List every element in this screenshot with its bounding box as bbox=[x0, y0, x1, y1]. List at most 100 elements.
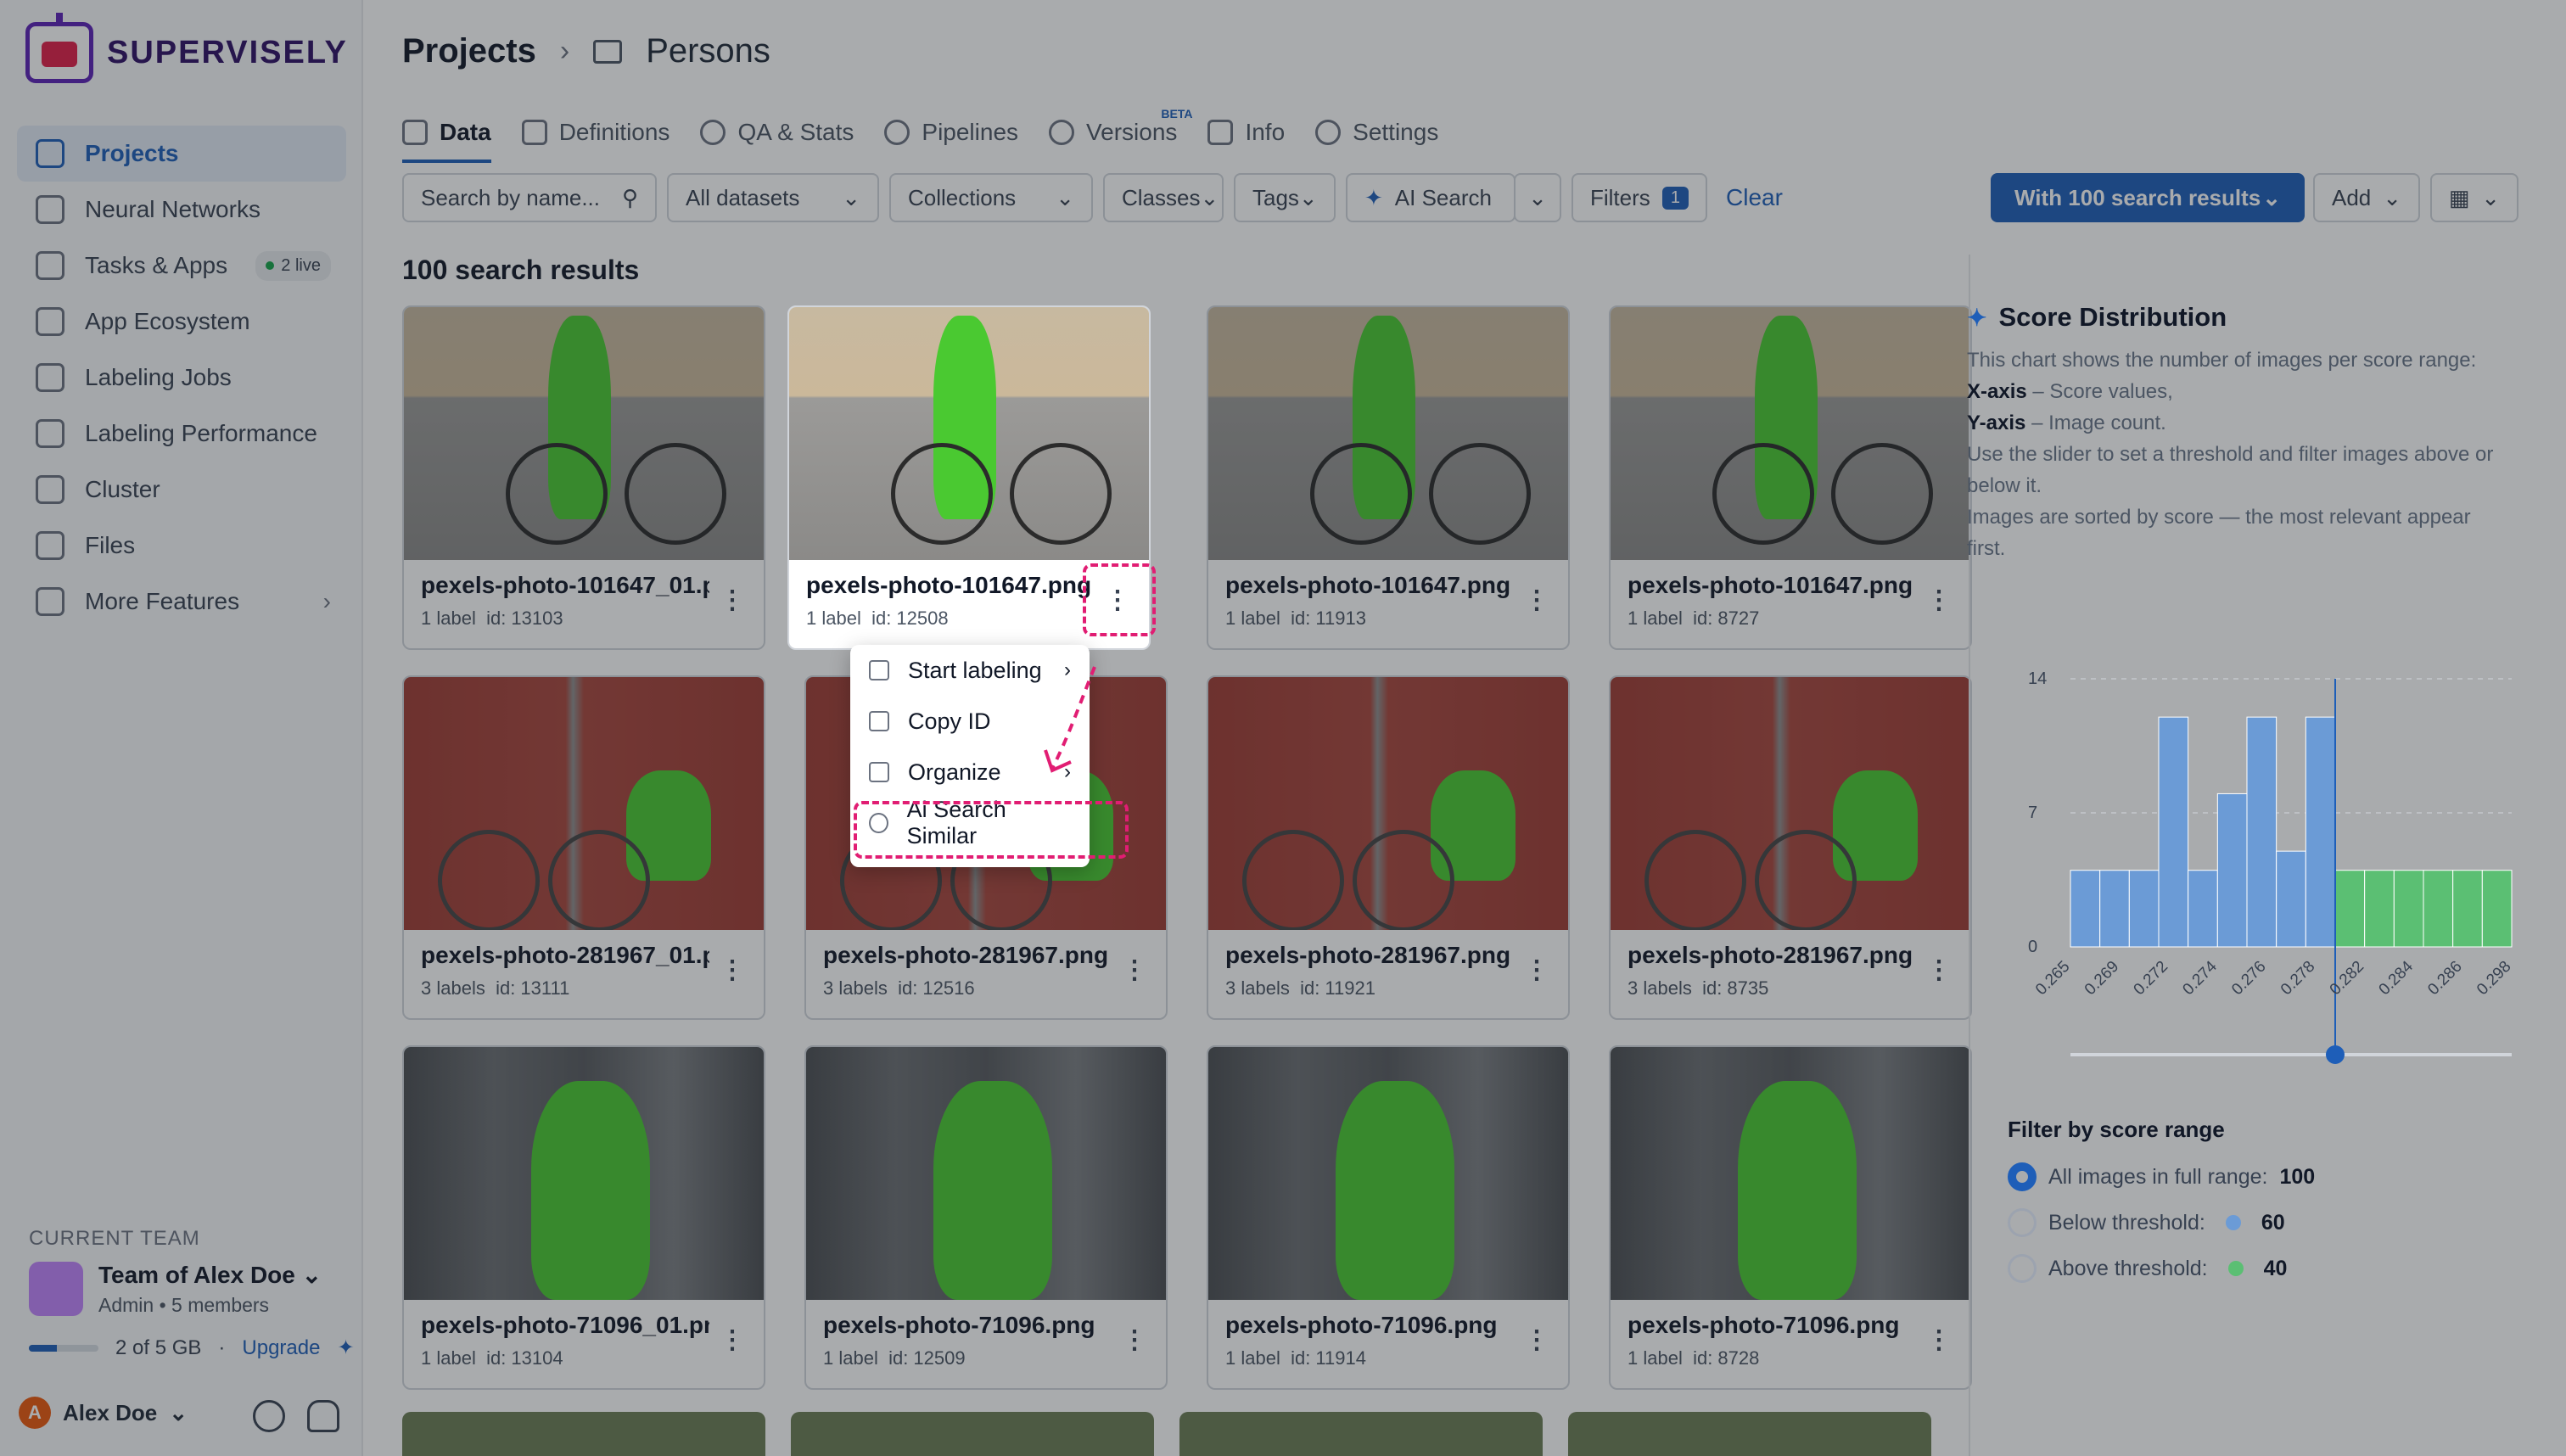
more-vertical-icon[interactable]: ⋮ bbox=[1926, 1325, 1952, 1355]
search-results-button[interactable]: With 100 search results ⌄ bbox=[1991, 173, 2305, 222]
card-thumbnail[interactable] bbox=[789, 307, 1149, 560]
tab-definitions[interactable]: Definitions bbox=[521, 109, 670, 156]
sidebar-item-more-features[interactable]: More Features › bbox=[17, 574, 346, 630]
card-thumbnail[interactable] bbox=[402, 1412, 765, 1456]
sidebar-item-cluster[interactable]: Cluster bbox=[17, 462, 346, 518]
card-thumbnail[interactable] bbox=[791, 1412, 1154, 1456]
breadcrumb-projects[interactable]: Projects bbox=[402, 32, 536, 70]
tab-settings[interactable]: Settings bbox=[1315, 109, 1438, 156]
image-card[interactable]: pexels-photo-101647_01.png 1 label id: 13… bbox=[402, 305, 765, 650]
image-card[interactable]: pexels-photo-281967_01.png 3 labels id: 1… bbox=[402, 675, 765, 1020]
ai-search-dropdown[interactable]: ⌄ bbox=[1514, 173, 1561, 222]
view-toggle-button[interactable]: ▦ ⌄ bbox=[2430, 173, 2518, 222]
radio-empty-icon bbox=[2008, 1208, 2037, 1237]
more-vertical-icon[interactable]: ⋮ bbox=[1926, 585, 1952, 615]
card-caption: pexels-photo-281967.png 3 labels id: 8735… bbox=[1611, 930, 1970, 1011]
more-vertical-icon[interactable]: ⋮ bbox=[720, 585, 745, 615]
card-filename: pexels-photo-281967.png bbox=[1225, 942, 1511, 968]
image-card[interactable]: pexels-photo-71096_01.png 1 label id: 131… bbox=[402, 1045, 765, 1390]
tab-info[interactable]: Info bbox=[1207, 109, 1285, 156]
tab-qa-stats[interactable]: QA & Stats bbox=[700, 109, 854, 156]
storage-progress bbox=[29, 1344, 98, 1352]
ai-search-button[interactable]: ✦ AI Search bbox=[1346, 173, 1516, 222]
tab-versions[interactable]: Versions BETA bbox=[1049, 107, 1192, 156]
next-row-preview bbox=[402, 1412, 1969, 1456]
card-thumbnail[interactable] bbox=[404, 307, 764, 560]
collections-select[interactable]: Collections ⌄ bbox=[889, 173, 1093, 222]
filters-button[interactable]: Filters 1 bbox=[1572, 173, 1707, 222]
radio-above-threshold[interactable]: Above threshold: 40 bbox=[2008, 1254, 2287, 1283]
more-vertical-icon[interactable]: ⋮ bbox=[720, 1325, 745, 1355]
image-card[interactable]: pexels-photo-281967.png 3 labels id: 8735… bbox=[1609, 675, 1972, 1020]
card-caption: pexels-photo-101647.png 1 label id: 8727 ⋮ bbox=[1611, 560, 1970, 641]
more-vertical-icon[interactable]: ⋮ bbox=[1926, 955, 1952, 985]
sidebar-item-app-ecosystem[interactable]: App Ecosystem bbox=[17, 294, 346, 350]
results-count: 100 search results bbox=[402, 255, 640, 285]
histogram-bar bbox=[2246, 716, 2277, 948]
card-thumbnail[interactable] bbox=[1208, 1047, 1568, 1300]
sparkle-icon: ✦ bbox=[1967, 304, 1987, 331]
bicycle-wheel bbox=[1429, 443, 1531, 545]
histogram-bar bbox=[2216, 792, 2248, 948]
image-card[interactable]: pexels-photo-71096.png 1 label id: 8728 ⋮ bbox=[1609, 1045, 1972, 1390]
logo[interactable]: SUPERVISELY bbox=[25, 13, 348, 83]
card-label-count: 1 label bbox=[1225, 608, 1280, 629]
sidebar-item-files[interactable]: Files bbox=[17, 518, 346, 574]
card-thumbnail[interactable] bbox=[404, 677, 764, 930]
more-vertical-icon[interactable]: ⋮ bbox=[1524, 1325, 1549, 1355]
tab-pipelines[interactable]: Pipelines bbox=[884, 109, 1018, 156]
more-vertical-icon[interactable]: ⋮ bbox=[1122, 1325, 1147, 1355]
sidebar-item-neural-networks[interactable]: Neural Networks bbox=[17, 182, 346, 238]
card-thumbnail[interactable] bbox=[1179, 1412, 1543, 1456]
image-card[interactable]: pexels-photo-281967.png 3 labels id: 1192… bbox=[1207, 675, 1570, 1020]
upgrade-link[interactable]: Upgrade bbox=[242, 1336, 320, 1360]
sidebar-item-projects[interactable]: Projects bbox=[17, 126, 346, 182]
bell-icon[interactable] bbox=[307, 1400, 339, 1432]
card-id: id: 13103 bbox=[486, 608, 563, 629]
image-card[interactable]: pexels-photo-101647.png 1 label id: 8727 ⋮ bbox=[1609, 305, 1972, 650]
radio-below-threshold[interactable]: Below threshold: 60 bbox=[2008, 1208, 2285, 1237]
more-vertical-icon[interactable]: ⋮ bbox=[720, 955, 745, 985]
card-id: id: 12508 bbox=[871, 608, 949, 629]
more-vertical-icon[interactable]: ⋮ bbox=[1524, 955, 1549, 985]
x-tick-label: 0.298 bbox=[2474, 958, 2514, 999]
card-thumbnail[interactable] bbox=[1208, 307, 1568, 560]
card-thumbnail[interactable] bbox=[1611, 677, 1970, 930]
card-thumbnail[interactable] bbox=[1568, 1412, 1931, 1456]
radio-all-images[interactable]: All images in full range: 100 bbox=[2008, 1162, 2315, 1191]
tags-dropdown[interactable]: Tags ⌄ bbox=[1234, 173, 1336, 222]
more-vertical-icon[interactable]: ⋮ bbox=[1122, 955, 1147, 985]
image-icon bbox=[402, 120, 428, 145]
card-thumbnail[interactable] bbox=[404, 1047, 764, 1300]
ai-search-label: AI Search bbox=[1394, 184, 1492, 210]
sort-note: Images are sorted by score — the most re… bbox=[1967, 506, 2471, 560]
user-menu[interactable]: A Alex Doe ⌄ bbox=[19, 1397, 188, 1429]
image-card[interactable]: pexels-photo-71096.png 1 label id: 11914 ⋮ bbox=[1207, 1045, 1570, 1390]
sidebar-item-labeling-jobs[interactable]: Labeling Jobs bbox=[17, 350, 346, 406]
card-thumbnail[interactable] bbox=[806, 1047, 1166, 1300]
card-thumbnail[interactable] bbox=[1611, 307, 1970, 560]
image-card[interactable]: pexels-photo-101647.png 1 label id: 11913… bbox=[1207, 305, 1570, 650]
add-button[interactable]: Add ⌄ bbox=[2313, 173, 2420, 222]
sidebar-item-labeling-performance[interactable]: Labeling Performance bbox=[17, 406, 346, 462]
sidebar-item-tasks-apps[interactable]: Tasks & Apps 2 live bbox=[17, 238, 346, 294]
live-dot-icon bbox=[266, 261, 275, 270]
classes-dropdown[interactable]: Classes ⌄ bbox=[1103, 173, 1224, 222]
more-vertical-icon[interactable]: ⋮ bbox=[1524, 585, 1549, 615]
help-icon[interactable] bbox=[253, 1400, 285, 1432]
storage-text: 2 of 5 GB bbox=[115, 1336, 202, 1359]
histogram-bar bbox=[2393, 870, 2424, 948]
datasets-select[interactable]: All datasets ⌄ bbox=[667, 173, 879, 222]
card-thumbnail[interactable] bbox=[1208, 677, 1568, 930]
image-card[interactable]: pexels-photo-71096.png 1 label id: 12509 ⋮ bbox=[804, 1045, 1168, 1390]
histogram-bar bbox=[2452, 870, 2483, 948]
sidebar: SUPERVISELY Projects Neural Networks Tas… bbox=[0, 0, 363, 1456]
tab-data[interactable]: Data bbox=[402, 109, 491, 163]
search-input[interactable]: Search by name... ⚲ bbox=[402, 173, 657, 222]
card-caption: pexels-photo-101647_01.png 1 label id: 13… bbox=[404, 560, 764, 641]
x-tick-label: 0.276 bbox=[2228, 958, 2269, 999]
x-tick-label: 0.265 bbox=[2032, 958, 2073, 999]
clear-filters-link[interactable]: Clear bbox=[1726, 184, 1783, 211]
card-thumbnail[interactable] bbox=[1611, 1047, 1970, 1300]
team-switcher[interactable]: Team of Alex Doe ⌄ Admin • 5 members bbox=[29, 1261, 322, 1317]
